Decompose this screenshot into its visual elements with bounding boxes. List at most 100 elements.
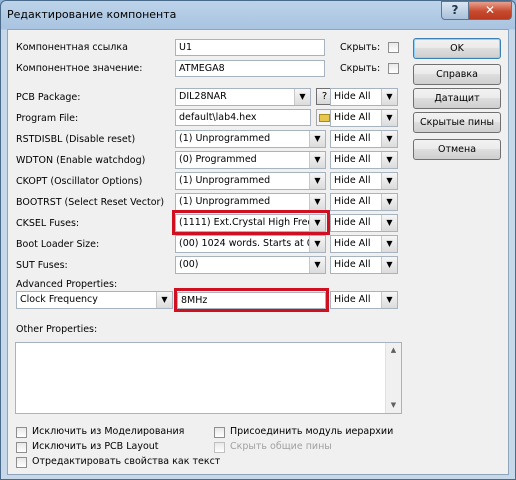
advanced-visibility[interactable]: Hide All ▼ [330,291,398,309]
chevron-down-icon: ▼ [309,194,325,210]
bootrst-select[interactable]: (1) Unprogrammed ▼ [175,193,326,211]
advanced-visibility-value: Hide All [334,294,371,305]
chevron-down-icon: ▼ [381,215,397,231]
chevron-down-icon: ▼ [381,257,397,273]
sut-fuses-select[interactable]: (00) ▼ [175,256,326,274]
attach-module-checkbox[interactable] [214,427,225,438]
wdton-visibility-value: Hide All [334,154,371,165]
ckopt-visibility-value: Hide All [334,175,371,186]
close-button[interactable]: ✕ [468,1,512,20]
chevron-down-icon: ▼ [309,131,325,147]
chevron-down-icon: ▼ [309,173,325,189]
ok-button[interactable]: OK [413,38,501,59]
sut-fuses-visibility-value: Hide All [334,259,371,270]
pcb-package-select[interactable]: DIL28NAR ▼ [175,88,311,106]
dialog-client: Компонентная ссылка U1 Скрыть: Компонент… [7,29,509,475]
ckopt-label: CKOPT (Oscillator Options) [16,176,143,187]
bootrst-visibility[interactable]: Hide All ▼ [330,193,398,211]
chevron-down-icon: ▼ [381,236,397,252]
boot-loader-label: Boot Loader Size: [16,239,100,250]
cksel-visibility[interactable]: Hide All ▼ [330,214,398,232]
advanced-property-select[interactable]: Clock Frequency ▼ [16,291,173,309]
program-file-visibility-value: Hide All [334,112,371,123]
rstdisbl-visibility[interactable]: Hide All ▼ [330,130,398,148]
ckopt-select[interactable]: (1) Unprogrammed ▼ [175,172,326,190]
wdton-value: (0) Programmed [179,154,257,165]
chevron-down-icon: ▼ [381,110,397,126]
ref-input[interactable]: U1 [175,39,325,56]
ref-hide-checkbox[interactable] [388,42,399,53]
scroll-down-icon[interactable]: ▼ [386,398,401,413]
rstdisbl-label: RSTDISBL (Disable reset) [16,134,136,145]
value-hide-label: Скрыть: [340,63,381,74]
boot-loader-visibility-value: Hide All [334,238,371,249]
chevron-down-icon: ▼ [381,131,397,147]
value-hide-checkbox[interactable] [388,63,399,74]
exclude-sim-checkbox[interactable] [16,427,27,438]
boot-loader-value: (00) 1024 words. Starts at 0x0C0 [179,238,309,249]
sut-fuses-visibility[interactable]: Hide All ▼ [330,256,398,274]
rstdisbl-value: (1) Unprogrammed [179,133,271,144]
exclude-pcb-label: Исключить из PCB Layout [32,441,159,452]
boot-loader-select[interactable]: (00) 1024 words. Starts at 0x0C0▼ [175,235,326,253]
chevron-down-icon: ▼ [309,236,325,252]
scroll-up-icon[interactable]: ▲ [386,343,401,358]
help-title-button[interactable]: ? [441,1,469,20]
advanced-value-highlight-frame [174,288,329,312]
datasheet-button[interactable]: Датащит [413,88,501,109]
ckopt-value: (1) Unprogrammed [179,175,271,186]
chevron-down-icon: ▼ [381,173,397,189]
chevron-down-icon: ▼ [309,257,325,273]
help-button[interactable]: Справка [413,64,501,85]
other-properties-label: Other Properties: [16,324,98,335]
chevron-down-icon: ▼ [381,152,397,168]
cancel-button[interactable]: Отмена [413,139,501,160]
program-file-visibility[interactable]: Hide All ▼ [330,109,398,127]
sut-fuses-value: (00) [179,259,199,270]
advanced-property-value: Clock Frequency [20,294,98,305]
title-bar[interactable]: Редактирование компонента ? ✕ [1,1,515,29]
ref-hide-label: Скрыть: [340,42,381,53]
chevron-down-icon: ▼ [156,292,172,308]
cksel-highlight-frame [172,210,330,235]
attach-module-label: Присоединить модуль иерархии [230,426,394,437]
hide-common-pins-checkbox [214,442,225,453]
advanced-properties-label: Advanced Properties: [16,279,118,290]
ckopt-visibility[interactable]: Hide All ▼ [330,172,398,190]
hide-common-pins-label: Скрыть общие пины [230,441,332,452]
value-label: Компонентное значение: [16,63,143,74]
exclude-sim-label: Исключить из Моделирования [32,426,185,437]
other-properties-scrollbar[interactable]: ▲ ▼ [385,343,401,413]
pcb-package-visibility-value: Hide All [334,91,371,102]
chevron-down-icon: ▼ [381,292,397,308]
edit-as-text-label: Отредактировать свойства как текст [32,456,221,467]
exclude-pcb-checkbox[interactable] [16,442,27,453]
edit-as-text-checkbox[interactable] [16,457,27,468]
rstdisbl-select[interactable]: (1) Unprogrammed ▼ [175,130,326,148]
chevron-down-icon: ▼ [381,194,397,210]
bootrst-visibility-value: Hide All [334,196,371,207]
hidden-pins-button[interactable]: Скрытые пины [413,112,501,133]
other-properties-textarea[interactable]: ▲ ▼ [15,342,402,414]
ref-label: Компонентная ссылка [16,42,128,53]
bootrst-label: BOOTRST (Select Reset Vector) [16,197,165,208]
window-title: Редактирование компонента [7,8,177,21]
wdton-label: WDTON (Enable watchdog) [16,155,146,166]
boot-loader-visibility[interactable]: Hide All ▼ [330,235,398,253]
chevron-down-icon: ▼ [294,89,310,105]
pcb-package-value: DIL28NAR [179,91,227,102]
value-input[interactable]: ATMEGA8 [175,60,325,77]
pcb-package-label: PCB Package: [16,92,81,103]
program-file-label: Program File: [16,113,79,124]
chevron-down-icon: ▼ [309,152,325,168]
cksel-label: CKSEL Fuses: [16,218,80,229]
pcb-package-visibility[interactable]: Hide All ▼ [330,88,398,106]
wdton-visibility[interactable]: Hide All ▼ [330,151,398,169]
chevron-down-icon: ▼ [381,89,397,105]
folder-icon [319,114,330,122]
dialog-window: Редактирование компонента ? ✕ Компонентн… [0,0,516,480]
bootrst-value: (1) Unprogrammed [179,196,271,207]
sut-fuses-label: SUT Fuses: [16,260,68,271]
program-file-input[interactable]: default\lab4.hex [175,109,311,126]
wdton-select[interactable]: (0) Programmed ▼ [175,151,326,169]
